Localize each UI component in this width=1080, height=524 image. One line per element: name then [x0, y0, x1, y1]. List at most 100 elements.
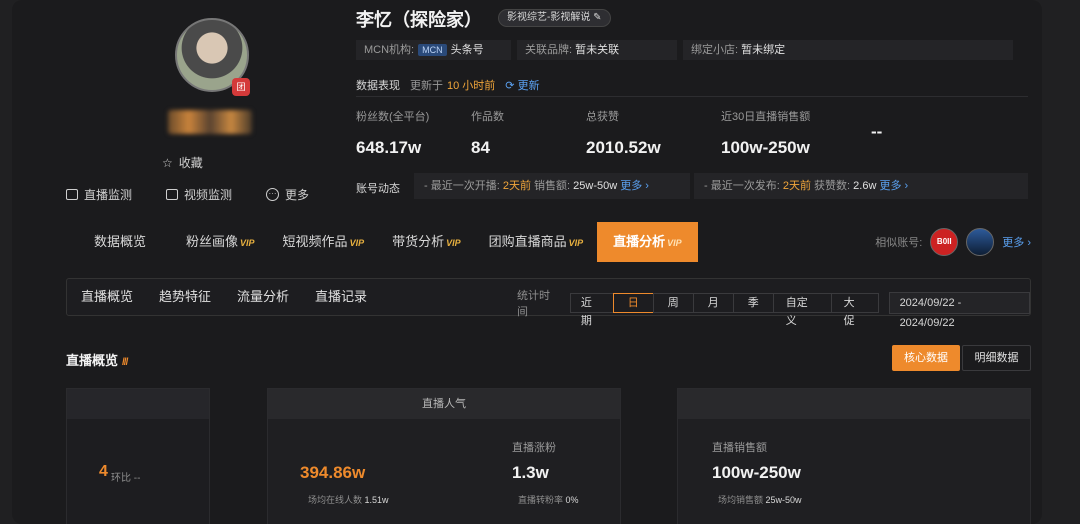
last-live-prefix: - 最近一次开播:	[424, 180, 500, 192]
subtab-live-records[interactable]: 直播记录	[315, 279, 367, 315]
avg-sales: 场均销售额 25w-50w	[718, 493, 802, 506]
live-more-link[interactable]: 更多 ›	[620, 180, 649, 192]
tab-fans-profile[interactable]: 粉丝画像 VIP	[172, 222, 269, 262]
last-live-time: 2天前	[502, 180, 531, 192]
stat-value: 100w-250w	[721, 138, 810, 157]
blurred-nickname	[168, 110, 252, 134]
favorite-button[interactable]: ☆ 收藏	[162, 154, 203, 171]
similar-account-avatar[interactable]: B0II	[930, 228, 959, 256]
period-recent[interactable]: 近期	[569, 293, 614, 327]
fans-gain-value: 1.3w	[512, 463, 549, 482]
more-label: 更多	[285, 188, 310, 202]
subtab-trend[interactable]: 趋势特征	[159, 279, 211, 315]
play-icon	[66, 189, 78, 200]
stat-label: 作品数	[471, 111, 504, 123]
overview-title-text: 直播概览	[66, 353, 119, 368]
brand-label: 关联品牌:	[525, 44, 573, 56]
more-button[interactable]: ··· 更多	[266, 186, 309, 203]
similar-more-link[interactable]: 更多 ›	[1002, 234, 1031, 250]
avg-sales-label: 场均销售额	[718, 495, 764, 505]
vip-badge: VIP	[446, 238, 461, 248]
tab-short-videos[interactable]: 短视频作品 VIP	[269, 222, 379, 262]
sub-tabs: 直播概览 趋势特征 流量分析 直播记录	[81, 279, 367, 315]
video-monitor-label: 视频监测	[184, 188, 233, 202]
stat-value: 648.17w	[356, 138, 422, 157]
live-sales-value: 25w-50w	[573, 180, 618, 192]
live-monitor-button[interactable]: 直播监测	[66, 186, 132, 203]
last-post-prefix: - 最近一次发布:	[704, 180, 780, 192]
stat-label: 近30日直播销售额	[721, 111, 811, 123]
info-row: MCN机构: MCN 头条号 关联品牌: 暂未关联 绑定小店: 暂未绑定	[356, 40, 1013, 60]
tab-label: 粉丝画像	[186, 234, 239, 249]
vip-badge: VIP	[240, 238, 255, 248]
video-monitor-button[interactable]: 视频监测	[166, 186, 232, 203]
detail-data-button[interactable]: 明细数据	[962, 345, 1031, 371]
refresh-button[interactable]: ⟳ 更新	[505, 77, 539, 93]
updated-time: 10 小时前	[447, 80, 496, 92]
card-header	[67, 389, 209, 419]
live-count-value: 4	[99, 463, 108, 480]
period-selector: 统计时间 近期 日 周 月 季 自定义 大促 2024/09/22 - 2024…	[517, 287, 1031, 329]
subtab-traffic[interactable]: 流量分析	[237, 279, 289, 315]
brand-info: 关联品牌: 暂未关联	[517, 40, 677, 60]
stat-works: 作品数 84	[471, 108, 586, 158]
similar-accounts: 相似账号: B0II 更多 ›	[875, 228, 1031, 256]
avg-online: 场均在线人数 1.51w	[308, 493, 389, 506]
tab-sales-analysis[interactable]: 带货分析 VIP	[378, 222, 475, 262]
platform-badge: 团	[232, 78, 250, 96]
tab-label: 带货分析	[392, 234, 445, 249]
updated-prefix: 更新于	[410, 80, 443, 92]
period-label: 统计时间	[517, 290, 550, 318]
period-promo[interactable]: 大促	[830, 293, 879, 327]
avg-sales-value: 25w-50w	[765, 495, 802, 505]
tab-live-analysis[interactable]: 直播分析 VIP	[597, 222, 698, 262]
tab-label: 团购直播商品	[488, 234, 567, 249]
account-name: 李忆（探险家）	[356, 10, 482, 30]
data-title: 数据表现	[356, 80, 400, 92]
more-dots-icon: ···	[266, 188, 280, 201]
stat-label: 粉丝数(全平台)	[356, 111, 430, 123]
category-tag[interactable]: 影视综艺-影视解说 ✎	[498, 9, 611, 27]
tab-overview[interactable]: 数据概览	[66, 222, 172, 262]
mcn-info: MCN机构: MCN 头条号	[356, 40, 511, 60]
period-week[interactable]: 周	[652, 293, 694, 313]
mcn-chip: MCN	[418, 44, 447, 56]
sales-value: 100w-250w	[712, 463, 801, 482]
live-monitor-label: 直播监测	[84, 188, 133, 202]
tab-group-buy-products[interactable]: 团购直播商品 VIP	[475, 222, 598, 262]
period-month[interactable]: 月	[692, 293, 734, 313]
title-decoration: ///	[122, 357, 128, 368]
period-day[interactable]: 日	[612, 293, 654, 313]
sales-card: 直播销售额 100w-250w 场均销售额 25w-50w	[677, 388, 1031, 524]
star-icon: ☆	[162, 155, 173, 170]
similar-label: 相似账号:	[875, 237, 923, 249]
vip-badge: VIP	[568, 238, 584, 248]
similar-account-avatar[interactable]	[966, 228, 995, 256]
card-header: 直播人气	[268, 389, 620, 419]
total-viewers-value: 394.86w	[300, 463, 366, 482]
last-live-box: - 最近一次开播: 2天前 销售额: 25w-50w 更多 ›	[414, 173, 690, 199]
main-tabs: 数据概览 粉丝画像 VIP 短视频作品 VIP 带货分析 VIP 团购直播商品 VIP …	[66, 222, 1031, 262]
last-post-time: 2天前	[782, 180, 811, 192]
subtab-live-overview[interactable]: 直播概览	[81, 279, 133, 315]
chart-icon	[166, 189, 179, 200]
stat-live-sales: 近30日直播销售额 100w-250w	[721, 108, 871, 158]
shop-info: 绑定小店: 暂未绑定	[683, 40, 1013, 60]
mcn-value[interactable]: 头条号	[451, 44, 484, 56]
conversion-label: 直播转粉率	[518, 495, 564, 505]
avg-online-value: 1.51w	[364, 495, 389, 505]
period-quarter[interactable]: 季	[732, 293, 774, 313]
post-likes-value: 2.6w	[853, 180, 877, 192]
account-activity-label: 账号动态	[356, 183, 400, 195]
period-custom[interactable]: 自定义	[772, 293, 832, 327]
vip-badge: VIP	[349, 238, 365, 248]
mcn-label: MCN机构:	[364, 44, 415, 56]
popularity-card: 直播人气 394.86w 场均在线人数 1.51w 直播涨粉 1.3w 直播转粉…	[267, 388, 621, 524]
date-range-picker[interactable]: 2024/09/22 - 2024/09/22	[888, 292, 1031, 329]
sub-toolbar: 直播概览 趋势特征 流量分析 直播记录 统计时间 近期 日 周 月 季 自定义 …	[66, 278, 1031, 329]
stat-value: 84	[471, 138, 490, 157]
monitor-links: 直播监测 视频监测 ··· 更多	[66, 186, 309, 203]
stat-fans: 粉丝数(全平台) 648.17w	[356, 108, 471, 158]
post-more-link[interactable]: 更多 ›	[879, 180, 908, 192]
core-data-button[interactable]: 核心数据	[892, 345, 960, 371]
